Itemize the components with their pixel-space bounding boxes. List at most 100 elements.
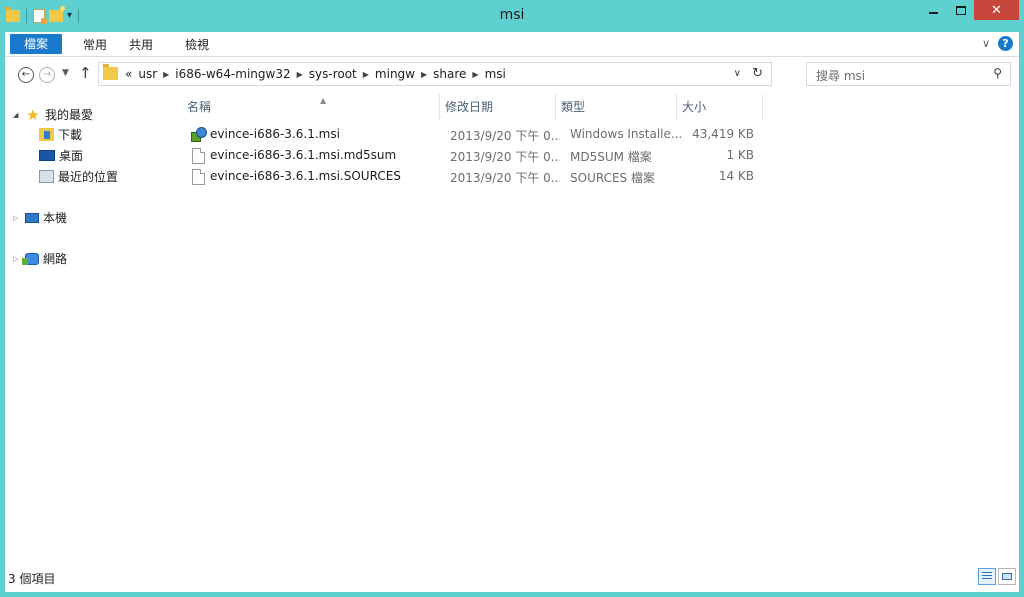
search-input[interactable]: 搜尋 msi ⚲: [806, 62, 1011, 86]
file-icon: [192, 169, 205, 185]
item-count: 3 個項目: [8, 572, 56, 586]
column-divider[interactable]: [676, 94, 677, 120]
sort-ascending-icon: ▲: [320, 96, 327, 105]
column-header-date[interactable]: 修改日期: [445, 97, 555, 117]
column-divider[interactable]: [555, 94, 556, 120]
close-button[interactable]: ✕: [974, 0, 1019, 20]
close-icon: ✕: [991, 2, 1002, 18]
nav-item-this-pc[interactable]: ▷ 本機: [13, 209, 67, 226]
search-placeholder: 搜尋 msi: [816, 69, 866, 83]
tab-share[interactable]: 共用: [119, 35, 163, 55]
expand-ribbon-icon[interactable]: ∨: [982, 37, 990, 50]
column-header-size[interactable]: 大小: [682, 97, 752, 117]
details-view-icon: [982, 572, 992, 581]
msi-installer-icon: [191, 126, 208, 143]
window-title: msi: [499, 7, 525, 23]
file-row[interactable]: evince-i686-3.6.1.msi 2013/9/20 下午 0... …: [189, 125, 759, 145]
breadcrumb-usr[interactable]: usr: [138, 67, 157, 81]
forward-button[interactable]: →: [39, 67, 55, 83]
up-button[interactable]: ↑: [79, 64, 92, 82]
file-size: 43,419 KB: [692, 127, 754, 141]
breadcrumb-sys-root[interactable]: sys-root: [309, 67, 357, 81]
downloads-folder-icon: [39, 128, 54, 141]
column-header-name[interactable]: 名稱 ▲: [187, 96, 447, 117]
tab-file[interactable]: 檔案: [10, 34, 63, 54]
breadcrumb-overflow[interactable]: «: [125, 67, 132, 81]
maximize-icon: [955, 5, 966, 15]
file-date: 2013/9/20 下午 0...: [450, 150, 560, 164]
breadcrumb-mingw[interactable]: mingw: [375, 67, 415, 81]
help-icon[interactable]: ?: [998, 36, 1013, 51]
nav-item-downloads[interactable]: 下載: [39, 126, 82, 143]
recent-locations-dropdown[interactable]: ▼: [62, 68, 69, 78]
search-icon[interactable]: ⚲: [993, 66, 1002, 80]
chevron-right-icon[interactable]: ▶: [472, 70, 478, 79]
collapsed-triangle-icon[interactable]: ▷: [13, 255, 21, 263]
large-icons-view-button[interactable]: [998, 568, 1016, 585]
file-name: evince-i686-3.6.1.msi.md5sum: [210, 148, 397, 162]
chevron-right-icon[interactable]: ▶: [421, 70, 427, 79]
nav-label-network: 網路: [43, 252, 68, 266]
navigation-pane[interactable]: ◢ ★ 我的最愛 下載 桌面 最近的位置 ▷ 本機 ▷ 網路: [5, 92, 168, 562]
status-bar: 3 個項目: [5, 562, 1019, 592]
file-size: 14 KB: [718, 169, 754, 183]
file-row[interactable]: evince-i686-3.6.1.msi.md5sum 2013/9/20 下…: [189, 146, 759, 166]
nav-item-network[interactable]: ▷ 網路: [13, 250, 67, 267]
breadcrumb-i686-w64-mingw32[interactable]: i686-w64-mingw32: [175, 67, 290, 81]
breadcrumb: « usr ▶ i686-w64-mingw32 ▶ sys-root ▶ mi…: [125, 67, 506, 81]
network-icon: [22, 252, 39, 265]
computer-icon: [25, 212, 39, 223]
nav-item-favorites[interactable]: ◢ ★ 我的最愛: [13, 106, 93, 123]
view-switcher: [978, 568, 1016, 585]
expanded-triangle-icon[interactable]: ◢: [13, 111, 21, 119]
column-label-name: 名稱: [187, 100, 212, 114]
column-divider[interactable]: [762, 94, 763, 120]
collapsed-triangle-icon[interactable]: ▷: [13, 214, 21, 222]
tab-home[interactable]: 常用: [73, 35, 117, 55]
breadcrumb-share[interactable]: share: [433, 67, 466, 81]
chevron-right-icon[interactable]: ▶: [297, 70, 303, 79]
star-icon: ★: [26, 105, 40, 124]
nav-item-recent-places[interactable]: 最近的位置: [39, 168, 118, 185]
minimize-button[interactable]: [920, 0, 947, 20]
ribbon-right-controls: ∨ ?: [982, 36, 1013, 51]
title-bar[interactable]: ▾ msi ✕: [0, 0, 1024, 32]
explorer-window: ▾ msi ✕ 檔案 常用 共用 檢視 ∨ ? ← → ▼ ↑ « usr ▶ …: [0, 0, 1024, 597]
back-button[interactable]: ←: [18, 67, 34, 83]
file-name: evince-i686-3.6.1.msi: [210, 127, 340, 141]
minimize-icon: [929, 12, 938, 14]
file-date: 2013/9/20 下午 0...: [450, 129, 560, 143]
file-name: evince-i686-3.6.1.msi.SOURCES: [210, 169, 401, 183]
nav-label-favorites: 我的最愛: [45, 108, 94, 122]
nav-label-desktop: 桌面: [59, 149, 84, 163]
chevron-right-icon[interactable]: ▶: [163, 70, 169, 79]
file-date: 2013/9/20 下午 0...: [450, 171, 560, 185]
file-icon: [192, 148, 205, 164]
file-type: MD5SUM 檔案: [570, 150, 652, 164]
nav-label-downloads: 下載: [58, 128, 83, 142]
large-icons-view-icon: [1002, 573, 1012, 580]
maximize-button[interactable]: [947, 0, 974, 20]
address-bar[interactable]: « usr ▶ i686-w64-mingw32 ▶ sys-root ▶ mi…: [98, 62, 772, 86]
file-row[interactable]: evince-i686-3.6.1.msi.SOURCES 2013/9/20 …: [189, 167, 759, 187]
address-history-dropdown[interactable]: ∨: [734, 68, 741, 79]
tab-view[interactable]: 檢視: [175, 35, 219, 55]
ribbon-tabs: 檔案 常用 共用 檢視 ∨ ?: [5, 32, 1019, 57]
nav-label-this-pc: 本機: [43, 211, 68, 225]
nav-item-desktop[interactable]: 桌面: [39, 147, 83, 164]
file-type: SOURCES 檔案: [570, 171, 655, 185]
recent-places-icon: [39, 170, 54, 183]
details-view-button[interactable]: [978, 568, 996, 585]
chevron-right-icon[interactable]: ▶: [363, 70, 369, 79]
folder-icon: [103, 64, 118, 80]
column-divider[interactable]: [439, 94, 440, 120]
column-header-type[interactable]: 類型: [561, 97, 671, 117]
address-row: ← → ▼ ↑ « usr ▶ i686-w64-mingw32 ▶ sys-r…: [5, 58, 1019, 90]
breadcrumb-msi[interactable]: msi: [485, 67, 506, 81]
refresh-icon[interactable]: ↻: [752, 66, 763, 81]
file-size: 1 KB: [726, 148, 754, 162]
window-controls: ✕: [920, 0, 1019, 20]
nav-label-recent-places: 最近的位置: [58, 170, 119, 184]
desktop-icon: [39, 150, 55, 161]
file-type: Windows Installe...: [570, 127, 682, 141]
